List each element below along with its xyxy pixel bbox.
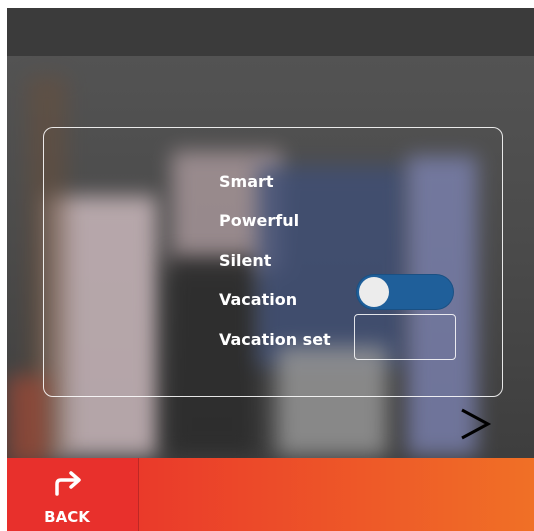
share-arrow-icon [55,471,81,496]
bottom-bar: BACK [7,458,534,531]
app-screen: Smart Powerful Silent Vacation Vacation … [7,8,534,531]
vacation-label: Vacation [219,290,298,309]
vacation-toggle[interactable] [356,274,454,310]
mode-powerful-label[interactable]: Powerful [219,211,299,230]
chevron-right-icon[interactable] [456,406,496,446]
top-bar [7,8,534,56]
toggle-knob [359,277,389,307]
vacation-set-field[interactable] [354,314,456,360]
vacation-set-label: Vacation set [219,330,331,349]
back-label: BACK [44,508,90,526]
back-button[interactable]: BACK [7,458,139,531]
mode-smart-label[interactable]: Smart [219,172,274,191]
mode-silent-label[interactable]: Silent [219,251,271,270]
